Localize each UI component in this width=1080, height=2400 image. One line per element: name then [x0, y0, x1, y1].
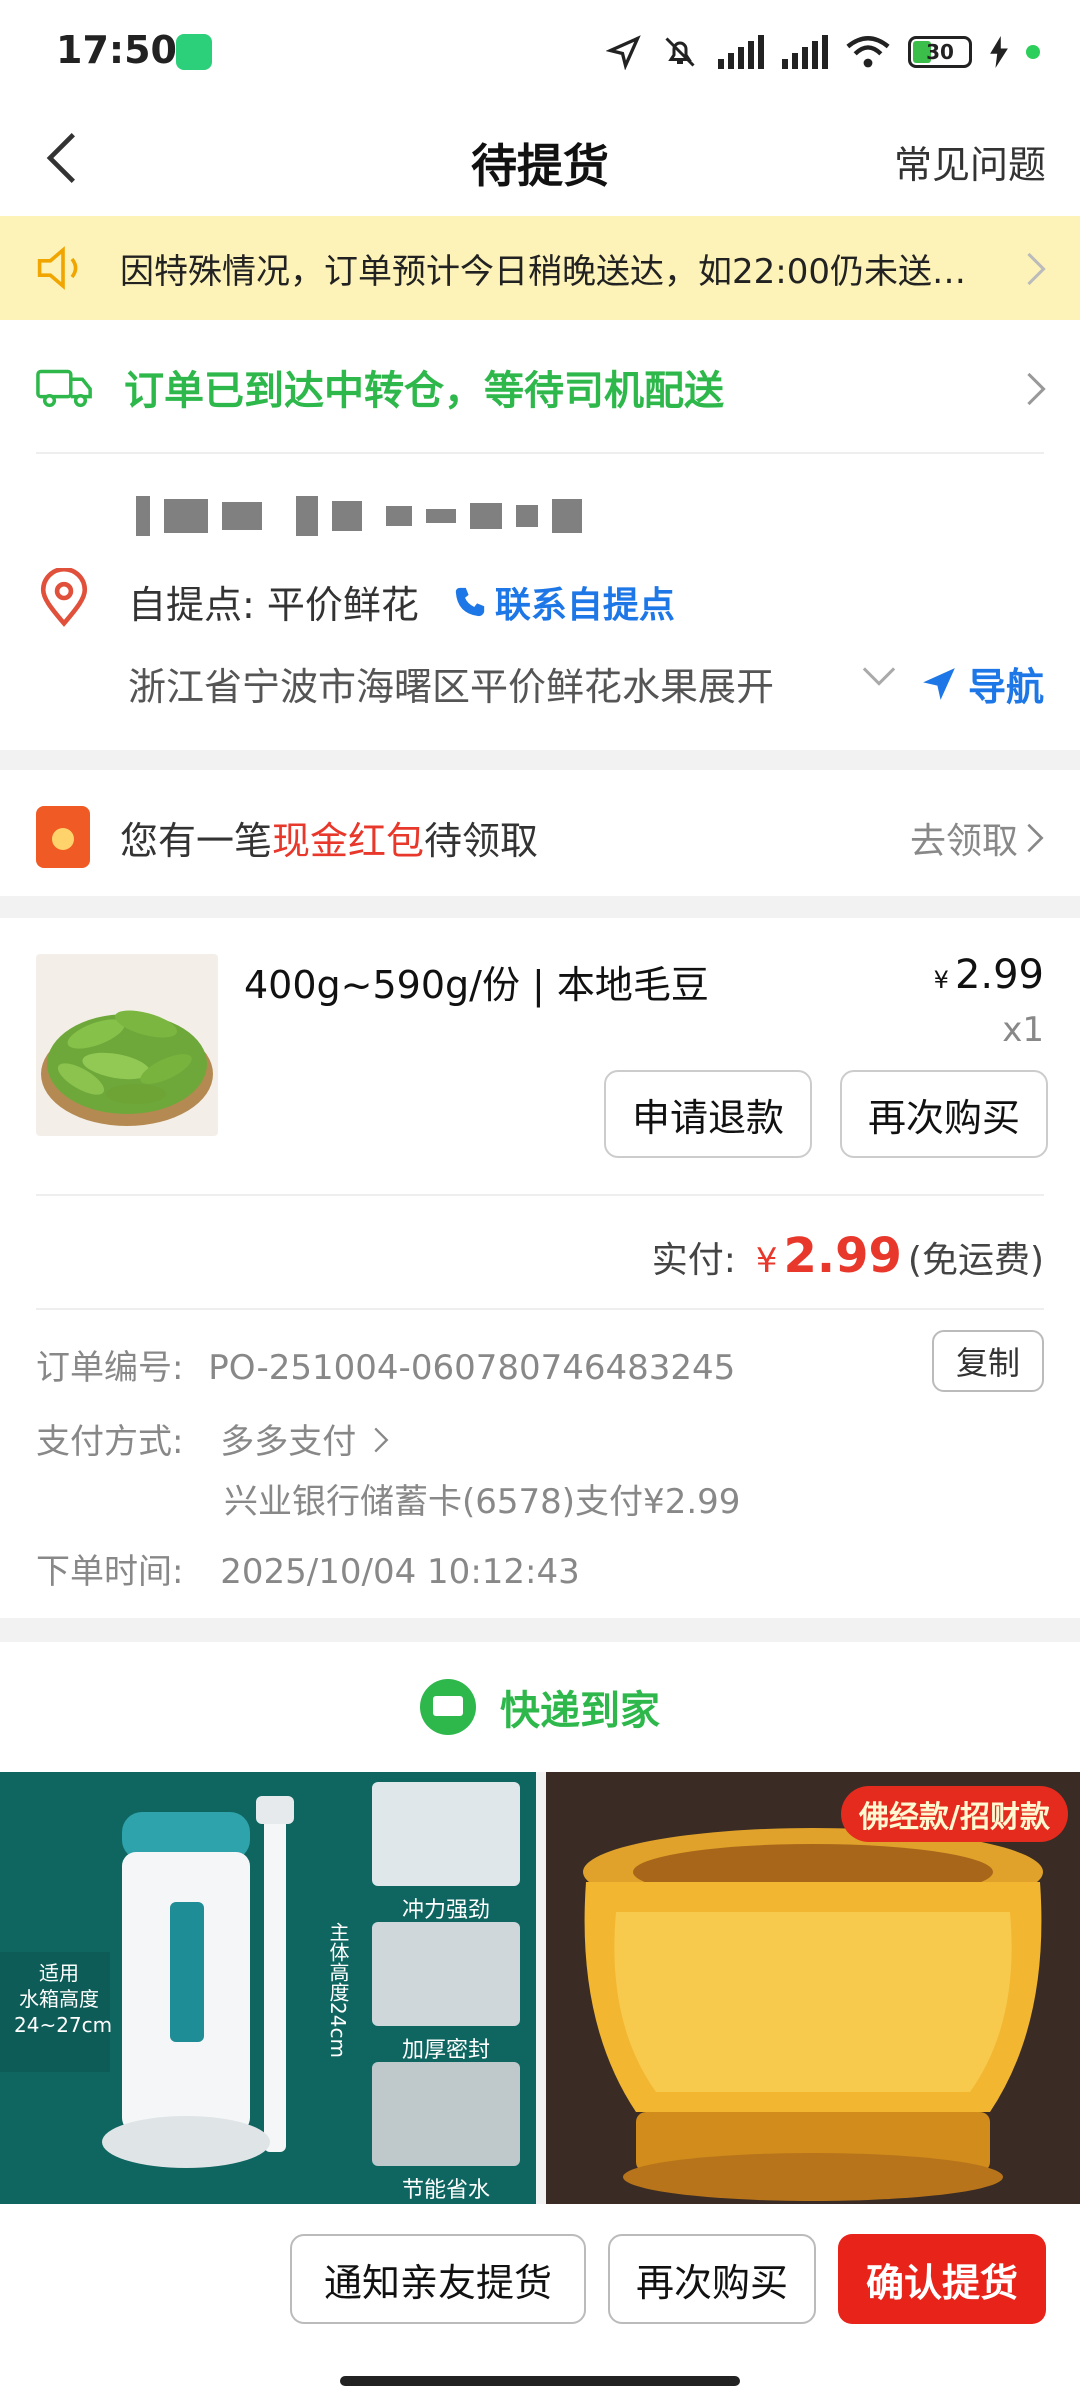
red-packet-text-after: 待领取: [424, 819, 539, 863]
navigate-button[interactable]: 导航: [920, 656, 1044, 711]
order-time-label: 下单时间:: [36, 1552, 184, 1592]
recommended-product-2[interactable]: 佛经款/招财款: [546, 1772, 1080, 2204]
shipping-note: (免运费): [907, 1240, 1044, 1281]
red-packet-icon: [36, 806, 90, 868]
mute-icon: [665, 37, 695, 67]
body-height-text: 主体高度24cm: [326, 1922, 350, 2058]
feature-strong-flush: 冲力强劲: [372, 1782, 520, 1924]
side-text-line: 24~27cm: [14, 2013, 113, 2037]
contact-pickup-label: 联系自提点: [494, 584, 675, 626]
order-number: PO-251004-060780746483245: [208, 1348, 736, 1388]
contact-pickup-button[interactable]: 联系自提点: [453, 576, 675, 628]
notice-text: 因特殊情况，订单预计今日稍晚送达，如22:00仍未送达，请联系: [120, 251, 990, 292]
location-icon: [606, 35, 641, 70]
pickup-point-label: 自提点: 平价鲜花: [128, 583, 419, 627]
chevron-right-icon: [1027, 372, 1046, 406]
order-item-card: 400g~590g/份 | 本地毛豆 ¥2.99 x1 申请退款 再次购买 实付…: [0, 918, 1080, 1618]
payment-method-label: 支付方式:: [36, 1422, 184, 1462]
price-currency: ¥: [933, 966, 949, 994]
paid-amount-row: 实付: ¥ 2.99 (免运费): [652, 1228, 1044, 1284]
divider: [36, 1308, 1044, 1310]
active-dot-icon: [1026, 45, 1040, 59]
express-label: 快递到家: [500, 1688, 660, 1734]
rebuy-item-button[interactable]: 再次购买: [840, 1070, 1048, 1158]
bottom-action-bar: 通知亲友提货 再次购买 确认提货: [0, 2204, 1080, 2400]
app-notification-icon: [176, 34, 212, 70]
chevron-right-icon: [1027, 252, 1046, 286]
signal-icon-2: [782, 35, 828, 69]
feature-label: 冲力强劲: [401, 1898, 490, 1923]
payment-method-detail: 兴业银行储蓄卡(6578)支付¥2.99: [224, 1482, 741, 1522]
home-indicator[interactable]: [340, 2376, 740, 2386]
confirm-pickup-button[interactable]: 确认提货: [838, 2234, 1046, 2324]
paid-currency: ¥: [755, 1241, 778, 1281]
red-packet-highlight: 现金红包: [272, 819, 425, 863]
paid-label: 实付:: [651, 1240, 736, 1281]
divider: [36, 452, 1044, 454]
status-icons: 30: [606, 30, 1040, 74]
location-pin-icon: [40, 568, 88, 627]
feature-label: 加厚密封: [401, 2038, 490, 2063]
pickup-point-row: 自提点: 平价鲜花 联系自提点: [128, 574, 675, 629]
speaker-icon: [37, 246, 78, 290]
status-time: 17:50: [56, 28, 177, 72]
product-image[interactable]: [36, 954, 218, 1136]
order-status-row[interactable]: 订单已到达中转仓，等待司机配送: [36, 358, 724, 416]
delivery-card: 订单已到达中转仓，等待司机配送 自提点: 平价鲜花 联系自提点 浙江省宁波市海曙…: [0, 320, 1080, 750]
divider: [36, 1194, 1044, 1196]
wifi-icon: [846, 36, 890, 68]
chevron-right-icon: [1027, 823, 1044, 853]
rebuy-button[interactable]: 再次购买: [608, 2234, 816, 2324]
nav-bar: 待提货 常见问题: [0, 100, 1080, 216]
order-number-label: 订单编号:: [36, 1348, 184, 1388]
feature-label: 节能省水: [401, 2178, 490, 2203]
side-text-line: 水箱高度: [19, 1987, 99, 2011]
claim-label: 去领取: [909, 821, 1018, 862]
product-price: ¥2.99: [934, 952, 1044, 998]
order-status-text: 订单已到达中转仓，等待司机配送: [124, 368, 724, 414]
red-packet-text-before: 您有一笔: [120, 819, 273, 863]
payment-method[interactable]: 多多支付: [220, 1422, 356, 1462]
paid-amount: 2.99: [783, 1228, 902, 1284]
red-packet-text: 您有一笔现金红包待领取: [120, 810, 538, 865]
chevron-down-icon[interactable]: [862, 666, 896, 686]
refund-button[interactable]: 申请退款: [604, 1070, 812, 1158]
chevron-right-icon: [374, 1427, 389, 1453]
faq-link[interactable]: 常见问题: [894, 134, 1046, 189]
masked-phone-number: [136, 496, 582, 536]
red-packet-banner[interactable]: 您有一笔现金红包待领取 去领取: [0, 770, 1080, 896]
order-time-row: 下单时间: 2025/10/04 10:12:43: [36, 1544, 580, 1593]
recommended-product-1[interactable]: 适用 水箱高度 24~27cm 主体高度24cm 冲力强劲 加厚密封 节能省水: [0, 1772, 536, 2204]
phone-icon: [455, 587, 485, 616]
express-delivery-header: 快递到家: [0, 1642, 1080, 1772]
order-time: 2025/10/04 10:12:43: [220, 1552, 580, 1592]
product-tag-badge: 佛经款/招财款: [841, 1786, 1068, 1842]
feature-thick-seal: 加厚密封: [372, 1922, 520, 2064]
order-number-row: 订单编号: PO-251004-060780746483245: [36, 1340, 735, 1389]
delay-notice[interactable]: 因特殊情况，订单预计今日稍晚送达，如22:00仍未送达，请联系: [0, 216, 1080, 320]
notify-friend-button[interactable]: 通知亲友提货: [290, 2234, 586, 2324]
status-bar: 17:50 30: [0, 0, 1080, 100]
battery-icon: 30: [908, 36, 972, 68]
navigation-arrow-icon: [923, 667, 955, 700]
applicable-height-text: 适用 水箱高度 24~27cm: [14, 1960, 113, 2038]
feature-water-saving: 节能省水: [372, 2062, 520, 2204]
price-value: 2.99: [954, 952, 1044, 998]
truck-icon: [36, 369, 92, 408]
signal-icon: [718, 35, 764, 69]
express-truck-icon: [420, 1679, 476, 1735]
payment-method-row: 支付方式: 多多支付: [36, 1414, 389, 1463]
battery-level: 30: [926, 40, 954, 64]
charging-icon: [990, 36, 1008, 68]
pickup-address: 浙江省宁波市海曙区平价鲜花水果展开: [128, 665, 775, 709]
product-quantity: x1: [1002, 1010, 1044, 1050]
claim-red-packet-link[interactable]: 去领取: [910, 812, 1044, 864]
product-name[interactable]: 400g~590g/份 | 本地毛豆: [244, 954, 709, 1009]
side-text-line: 适用: [39, 1961, 79, 1985]
order-detail-page: 17:50 30 待提货 常见问题 因特殊情况，订单预计今日稍晚送达，如22:0…: [0, 0, 1080, 2400]
navigate-label: 导航: [967, 665, 1044, 709]
copy-order-number-button[interactable]: 复制: [932, 1330, 1044, 1392]
